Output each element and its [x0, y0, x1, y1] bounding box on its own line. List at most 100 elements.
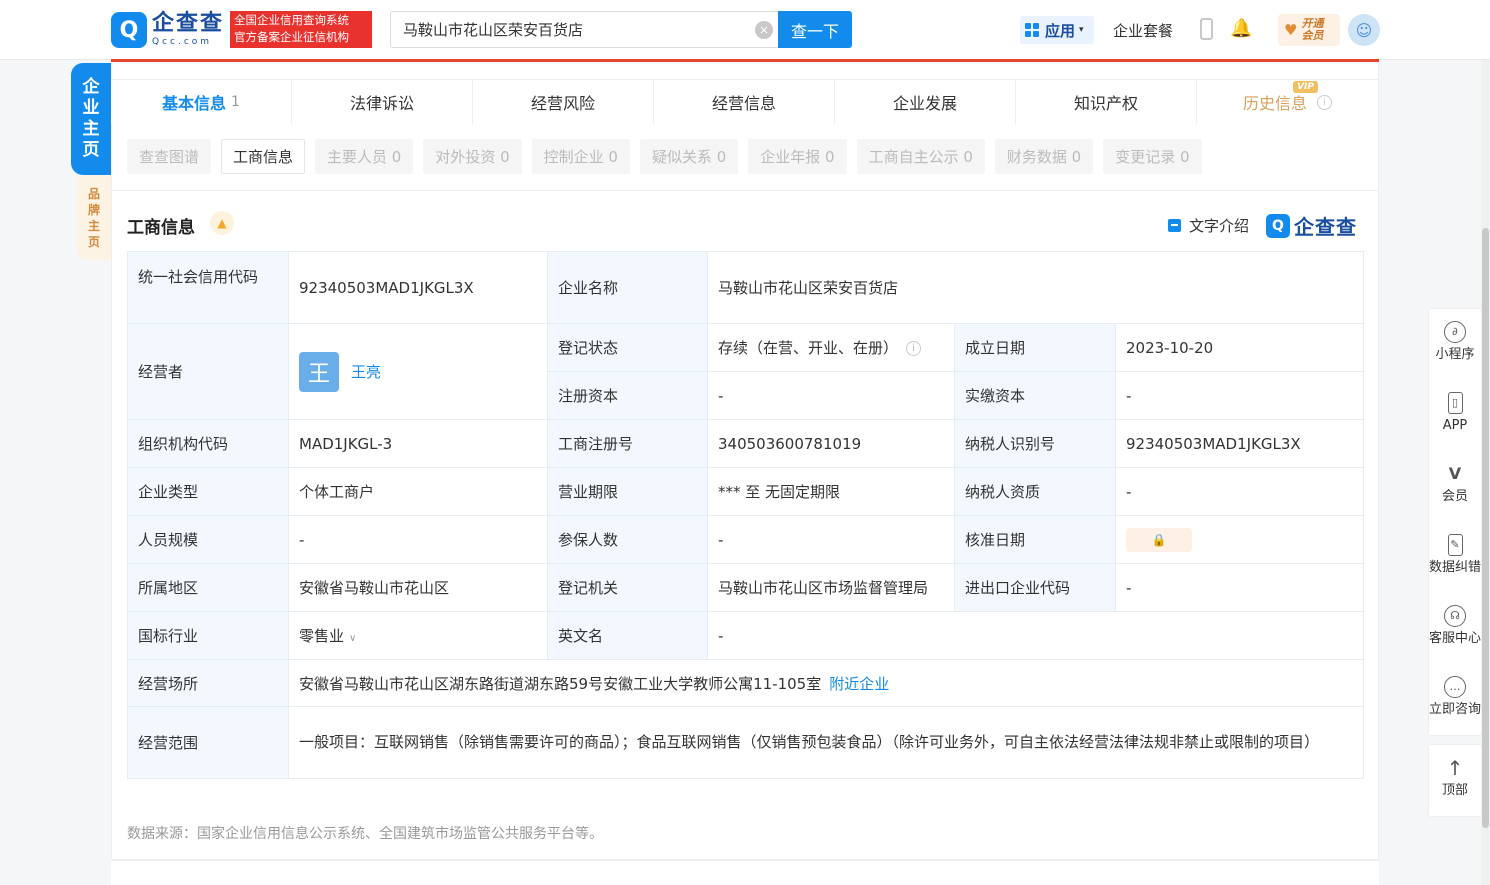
tab-label: 经营信息 — [711, 94, 776, 113]
float-label: 小程序 — [1435, 347, 1475, 362]
tab-legal[interactable]: 法律诉讼 — [292, 80, 473, 124]
chevron-down-icon[interactable]: ∨ — [349, 633, 356, 644]
scope-label: 经营范围 — [127, 706, 289, 779]
side-char: 主 — [82, 119, 100, 139]
search-input[interactable] — [391, 12, 779, 47]
side-char: 牌 — [87, 202, 100, 217]
main-tabs: 基本信息 1 法律诉讼 经营风险 经营信息 企业发展 知识产权 VIP 历史信息… — [111, 79, 1379, 124]
consult-button[interactable]: … 立即咨询 — [1429, 664, 1481, 735]
subtab-annual-report[interactable]: 企业年报 0 — [748, 139, 847, 174]
app-download-button[interactable]: ▯ APP — [1429, 380, 1481, 451]
english-name-value: - — [706, 611, 1365, 660]
data-correction-button[interactable]: ✎ 数据纠错 — [1429, 522, 1481, 593]
authority-value: 马鞍山市花山区市场监督管理局 — [707, 563, 955, 612]
status-label: 登记状态 — [547, 323, 708, 372]
region-value: 安徽省马鞍山市花山区 — [288, 563, 548, 612]
term-value: *** 至 无固定期限 — [707, 467, 955, 516]
customer-service-button[interactable]: ☊ 客服中心 — [1429, 593, 1481, 664]
search-button[interactable]: 查一下 — [778, 11, 852, 48]
scrollbar-thumb[interactable] — [1482, 228, 1489, 828]
subtab-finance[interactable]: 财务数据 0 — [994, 139, 1094, 174]
tab-risk[interactable]: 经营风险 — [473, 80, 654, 124]
taxpayer-id-value: 92340503MAD1JKGL3X — [1114, 419, 1365, 468]
reg-no-value: 340503600781019 — [707, 419, 955, 468]
top-header: Q 企查查 Qcc.com 全国企业信用查询系统 官方备案企业征信机构 × 查一… — [0, 0, 1490, 60]
table-row: 所属地区 安徽省马鞍山市花山区 登记机关 马鞍山市花山区市场监督管理局 进出口企… — [127, 563, 1365, 612]
subtab-suspected[interactable]: 疑似关系 0 — [639, 139, 739, 174]
address-value: 安徽省马鞍山市花山区湖东路街道湖东路59号安徽工业大学教师公寓11-105室 — [299, 674, 822, 693]
document-icon — [1168, 219, 1181, 232]
phone-icon[interactable] — [1200, 18, 1213, 40]
company-type-value: 个体工商户 — [288, 467, 548, 516]
operator-name-link[interactable]: 王亮 — [351, 363, 381, 381]
subtab-key-staff[interactable]: 主要人员 0 — [315, 139, 414, 174]
tab-count: 1 — [231, 94, 240, 110]
vip-heart-icon: ♥ — [1284, 21, 1298, 39]
operator-cell: 王王亮 — [288, 323, 548, 420]
credit-code-value: 92340503MAD1JKGL3X — [288, 251, 548, 324]
phone-icon: ▯ — [1447, 392, 1463, 414]
vip-icon: V — [1448, 464, 1462, 483]
lock-icon[interactable]: 🔒 — [1126, 527, 1192, 552]
status-cell: 存续（在营、开业、在册） i — [707, 323, 955, 372]
notification-bell-icon[interactable]: 🔔 — [1230, 18, 1252, 40]
headset-icon: ☊ — [1444, 605, 1466, 627]
official-tag-line1: 全国企业信用查询系统 — [234, 13, 349, 27]
open-vip-button[interactable]: ♥ 开通 会员 — [1278, 14, 1340, 46]
tab-label: 历史信息 — [1242, 94, 1307, 113]
table-row: 经营范围 一般项目：互联网销售（除销售需要许可的商品）；食品互联网销售（仅销售预… — [127, 706, 1365, 779]
app-menu-label: 应用 — [1045, 21, 1076, 40]
tab-history[interactable]: VIP 历史信息 i — [1197, 80, 1378, 124]
company-name-value: 马鞍山市花山区荣安百货店 — [706, 251, 1365, 324]
float-label: 立即咨询 — [1429, 702, 1481, 717]
industry-label: 国标行业 — [127, 611, 289, 660]
table-row: 人员规模 - 参保人数 - 核准日期 🔒 — [127, 515, 1365, 564]
text-intro-button[interactable]: 文字介绍 — [1168, 215, 1249, 236]
approval-date-label: 核准日期 — [954, 515, 1116, 564]
tab-label: 经营风险 — [530, 94, 595, 113]
official-tag-line2: 官方备案企业征信机构 — [234, 30, 349, 44]
brand-home-tab[interactable]: 品 牌 主 页 — [77, 175, 111, 260]
tab-development[interactable]: 企业发展 — [835, 80, 1016, 124]
status-info-icon[interactable]: i — [906, 341, 922, 356]
insured-value: - — [707, 515, 955, 564]
subtab-changes[interactable]: 变更记录 0 — [1103, 139, 1202, 174]
sub-tabs: 查查图谱 工商信息 主要人员 0 对外投资 0 控制企业 0 疑似关系 0 企业… — [127, 139, 1202, 174]
operator-label: 经营者 — [127, 323, 289, 420]
table-row: 企业类型 个体工商户 营业期限 *** 至 无固定期限 纳税人资质 - — [127, 467, 1365, 516]
subtab-investment[interactable]: 对外投资 0 — [423, 139, 522, 174]
info-icon[interactable]: i — [1317, 94, 1332, 110]
paid-capital-label: 实缴资本 — [954, 371, 1116, 420]
clear-icon[interactable]: × — [755, 21, 773, 39]
side-char: 业 — [82, 98, 100, 118]
table-row: 组织机构代码 MAD1JKGL-3 工商注册号 340503600781019 … — [127, 419, 1365, 468]
taxpayer-qual-value: - — [1114, 467, 1365, 516]
side-char: 品 — [87, 186, 100, 201]
back-to-top-button[interactable]: ↑ 顶部 — [1429, 745, 1481, 816]
subtab-self-disclosure[interactable]: 工商自主公示 0 — [856, 139, 985, 174]
subtab-graph[interactable]: 查查图谱 — [127, 139, 212, 174]
enterprise-home-tab[interactable]: 企 业 主 页 — [71, 63, 111, 175]
industry-value[interactable]: 零售业 — [299, 627, 344, 645]
float-label: 客服中心 — [1429, 631, 1481, 646]
logo-name: 企查查 — [152, 11, 225, 36]
reg-capital-label: 注册资本 — [547, 371, 708, 420]
chevron-down-icon: ▾ — [1079, 25, 1084, 35]
tab-basic-info[interactable]: 基本信息 1 — [111, 80, 292, 124]
tab-ip[interactable]: 知识产权 — [1016, 80, 1197, 124]
tab-operation[interactable]: 经营信息 — [654, 80, 835, 124]
enterprise-package-link[interactable]: 企业套餐 — [1113, 20, 1173, 41]
vip-button[interactable]: V 会员 — [1429, 451, 1481, 522]
nearby-companies-link[interactable]: 附近企业 — [829, 675, 889, 693]
app-menu-button[interactable]: 应用 ▾ — [1020, 16, 1094, 44]
mini-program-button[interactable]: ∂ 小程序 — [1429, 309, 1481, 380]
insured-label: 参保人数 — [547, 515, 708, 564]
subscribe-bell-icon[interactable]: ▲ — [210, 211, 234, 235]
next-section-strip — [111, 860, 1379, 885]
staff-size-label: 人员规模 — [127, 515, 289, 564]
qcc-logo[interactable]: Q 企查查 Qcc.com — [111, 12, 224, 48]
user-avatar[interactable]: ☺ — [1348, 14, 1380, 46]
region-label: 所属地区 — [127, 563, 289, 612]
subtab-controlled[interactable]: 控制企业 0 — [531, 139, 630, 174]
subtab-business-info[interactable]: 工商信息 — [221, 139, 306, 174]
